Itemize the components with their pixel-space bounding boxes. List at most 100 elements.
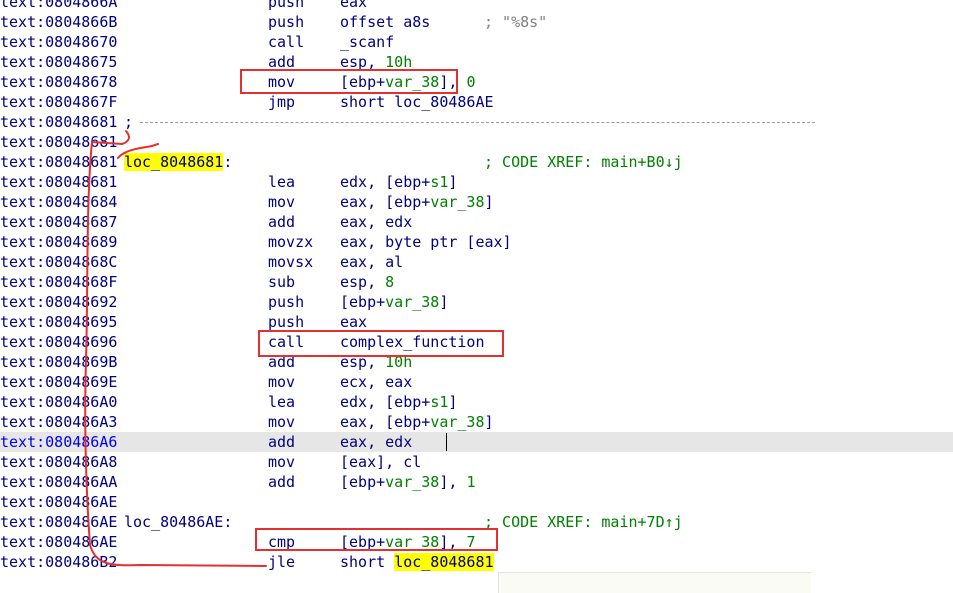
operands[interactable]: eax, edx: [340, 212, 412, 232]
listing-row[interactable]: text:080486A3 mov eax, [ebp+var_38]: [0, 412, 953, 432]
address[interactable]: text:08048684: [0, 192, 117, 212]
address[interactable]: text:08048675: [0, 52, 117, 72]
address[interactable]: text:080486AE: [0, 532, 117, 552]
listing-row[interactable]: text:08048681 loc_8048681: ; CODE XREF: ma…: [0, 152, 953, 172]
address[interactable]: text:08048670: [0, 32, 117, 52]
mnemonic[interactable]: sub: [268, 272, 295, 292]
listing-row[interactable]: text:0804868C movsx eax, al: [0, 252, 953, 272]
listing-row[interactable]: text:08048681: [0, 132, 953, 152]
mnemonic[interactable]: jle: [268, 552, 295, 572]
listing-row[interactable]: text:0804869E mov ecx, eax: [0, 372, 953, 392]
address[interactable]: text:0804866B: [0, 12, 117, 32]
mnemonic[interactable]: add: [268, 52, 295, 72]
listing-row[interactable]: text:0804867F jmp short loc_80486AE: [0, 92, 953, 112]
operands[interactable]: short loc_8048681: [340, 552, 494, 572]
code-label[interactable]: loc_8048681:: [124, 152, 232, 172]
address[interactable]: text:08048696: [0, 332, 117, 352]
operands[interactable]: offset a8s: [340, 12, 430, 32]
mnemonic[interactable]: push: [268, 0, 304, 12]
listing-row[interactable]: text:080486A8 mov [eax], cl: [0, 452, 953, 472]
operands[interactable]: [ebp+var_38], 7: [340, 532, 475, 552]
mnemonic[interactable]: mov: [268, 72, 295, 92]
address[interactable]: text:08048695: [0, 312, 117, 332]
mnemonic[interactable]: add: [268, 432, 295, 452]
mnemonic[interactable]: lea: [268, 172, 295, 192]
operands[interactable]: edx, [ebp+s1]: [340, 172, 457, 192]
mnemonic[interactable]: mov: [268, 412, 295, 432]
address[interactable]: text:080486A8: [0, 452, 117, 472]
mnemonic[interactable]: call: [268, 332, 304, 352]
operands[interactable]: esp, 10h: [340, 352, 412, 372]
operands[interactable]: eax, [ebp+var_38]: [340, 192, 494, 212]
operands[interactable]: esp, 8: [340, 272, 394, 292]
mnemonic[interactable]: push: [268, 12, 304, 32]
address[interactable]: text:08048681: [0, 152, 117, 172]
listing-row[interactable]: text:08048681;: [0, 112, 953, 132]
label-name[interactable]: loc_80486AE:: [124, 513, 232, 531]
operands[interactable]: [ebp+var_38]: [340, 292, 448, 312]
mnemonic[interactable]: call: [268, 32, 304, 52]
operand-label-reference[interactable]: loc_8048681: [394, 553, 494, 571]
address[interactable]: text:080486AE: [0, 512, 117, 532]
address[interactable]: text:08048681: [0, 172, 117, 192]
address[interactable]: text:080486A3: [0, 412, 117, 432]
operands[interactable]: eax, edx: [340, 432, 412, 452]
address[interactable]: text:080486AE: [0, 492, 117, 512]
listing-row[interactable]: text:080486AE: [0, 492, 953, 512]
address[interactable]: text:08048689: [0, 232, 117, 252]
mnemonic[interactable]: add: [268, 352, 295, 372]
operands[interactable]: short loc_80486AE: [340, 92, 494, 112]
mnemonic[interactable]: push: [268, 292, 304, 312]
address[interactable]: text:0804867F: [0, 92, 117, 112]
address[interactable]: text:0804866A: [0, 0, 117, 12]
address[interactable]: text:080486B2: [0, 552, 117, 572]
listing-row[interactable]: text:08048681 lea edx, [ebp+s1]: [0, 172, 953, 192]
label-name[interactable]: loc_8048681: [124, 153, 224, 171]
listing-row[interactable]: text:08048695 push eax: [0, 312, 953, 332]
address[interactable]: text:0804869B: [0, 352, 117, 372]
operands[interactable]: complex_function: [340, 332, 485, 352]
address[interactable]: text:0804869E: [0, 372, 117, 392]
listing-row[interactable]: text:0804866A push eax: [0, 0, 953, 12]
mnemonic[interactable]: cmp: [268, 532, 295, 552]
operands[interactable]: edx, [ebp+s1]: [340, 392, 457, 412]
code-label[interactable]: loc_80486AE:: [124, 512, 232, 532]
operands[interactable]: esp, 10h: [340, 52, 412, 72]
address[interactable]: text:08048687: [0, 212, 117, 232]
listing-row[interactable]: text:08048696 call complex_function: [0, 332, 953, 352]
listing-row[interactable]: text:080486AE cmp [ebp+var_38], 7: [0, 532, 953, 552]
listing-row[interactable]: text:080486AA add [ebp+var_38], 1: [0, 472, 953, 492]
operands[interactable]: eax, al: [340, 252, 403, 272]
address[interactable]: text:08048681: [0, 132, 117, 152]
listing-row[interactable]: text:0804869B add esp, 10h: [0, 352, 953, 372]
operands[interactable]: _scanf: [340, 32, 394, 52]
current-listing-row[interactable]: text:080486A6 add eax, edx: [0, 432, 953, 452]
address[interactable]: text:08048692: [0, 292, 117, 312]
operands[interactable]: [ebp+var_38], 1: [340, 472, 475, 492]
mnemonic[interactable]: mov: [268, 372, 295, 392]
mnemonic[interactable]: add: [268, 212, 295, 232]
listing-row[interactable]: text:0804868F sub esp, 8: [0, 272, 953, 292]
address[interactable]: text:0804868F: [0, 272, 117, 292]
listing-row[interactable]: text:080486AE loc_80486AE: ; CODE XREF: ma…: [0, 512, 953, 532]
operands[interactable]: eax, [ebp+var_38]: [340, 412, 494, 432]
operands[interactable]: eax, byte ptr [eax]: [340, 232, 512, 252]
address[interactable]: text:08048681: [0, 112, 117, 132]
listing-row[interactable]: text:08048687 add eax, edx: [0, 212, 953, 232]
listing-row[interactable]: text:08048678 mov [ebp+var_38], 0: [0, 72, 953, 92]
mnemonic[interactable]: push: [268, 312, 304, 332]
mnemonic[interactable]: mov: [268, 192, 295, 212]
mnemonic[interactable]: lea: [268, 392, 295, 412]
address[interactable]: text:08048678: [0, 72, 117, 92]
operands[interactable]: ecx, eax: [340, 372, 412, 392]
mnemonic[interactable]: movzx: [268, 232, 313, 252]
address[interactable]: text:080486AA: [0, 472, 117, 492]
listing-row[interactable]: text:08048692 push [ebp+var_38]: [0, 292, 953, 312]
mnemonic[interactable]: add: [268, 472, 295, 492]
listing-row[interactable]: text:080486B2 jle short loc_8048681: [0, 552, 953, 572]
listing-row[interactable]: text:080486A0 lea edx, [ebp+s1]: [0, 392, 953, 412]
mnemonic[interactable]: jmp: [268, 92, 295, 112]
operands[interactable]: eax: [340, 0, 367, 12]
listing-row[interactable]: text:08048689 movzx eax, byte ptr [eax]: [0, 232, 953, 252]
listing-row[interactable]: text:08048684 mov eax, [ebp+var_38]: [0, 192, 953, 212]
